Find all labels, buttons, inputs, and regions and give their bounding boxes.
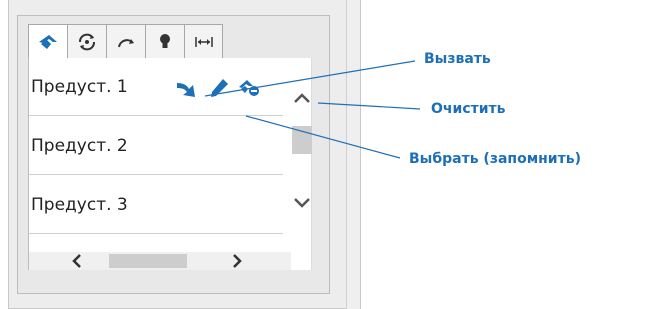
clear-preset-button[interactable]: [234, 76, 264, 100]
arc-arrow-icon: [118, 38, 134, 47]
scroll-right-button[interactable]: [229, 254, 245, 268]
vertical-scroll-thumb[interactable]: [292, 126, 312, 154]
tab-range[interactable]: [184, 24, 223, 59]
tab-light[interactable]: [145, 24, 184, 59]
chevron-right-icon: [233, 254, 242, 268]
scroll-down-button[interactable]: [291, 193, 313, 213]
preset-label-1: Предуст. 1: [31, 76, 128, 97]
bulb-icon: [160, 33, 170, 48]
save-preset-button[interactable]: [204, 76, 234, 100]
preset-label-2: Предуст. 2: [31, 135, 128, 156]
chevron-down-icon: [294, 198, 310, 208]
callout-save: Выбрать (запомнить): [409, 151, 581, 167]
callout-recall: Вызвать: [424, 51, 491, 67]
preset-list: Предуст. 1 Предуст. 2 Предуст. 3: [28, 58, 312, 270]
horizontal-scroll-thumb[interactable]: [109, 254, 187, 268]
recall-preset-button[interactable]: [174, 76, 204, 100]
chevron-up-icon: [294, 93, 310, 103]
clear-preset-icon: [239, 80, 259, 96]
preset-group-box: Предуст. 1 Предуст. 2 Предуст. 3: [17, 15, 330, 294]
vertical-scrollbar[interactable]: [291, 58, 313, 252]
tab-pattern[interactable]: [106, 24, 145, 59]
scroll-up-button[interactable]: [291, 88, 313, 108]
preset-row-3[interactable]: Предуст. 3: [29, 176, 283, 234]
horizontal-scrollbar[interactable]: [29, 252, 291, 270]
pencil-icon: [211, 79, 228, 97]
preset-flag-icon: [39, 34, 57, 49]
callout-clear: Очистить: [431, 101, 506, 117]
preset-label-3: Предуст. 3: [31, 194, 128, 215]
panel-splitter[interactable]: [346, 0, 360, 309]
recall-arrow-icon: [177, 83, 195, 97]
chevron-left-icon: [72, 254, 81, 268]
expand-width-icon: [194, 36, 213, 47]
tab-presets[interactable]: [28, 24, 67, 59]
scroll-left-button[interactable]: [69, 254, 85, 268]
preset-row-2[interactable]: Предуст. 2: [29, 117, 283, 175]
tab-tour[interactable]: [67, 24, 106, 59]
preset-row-1-actions: [174, 76, 264, 100]
ptz-tab-bar: [28, 24, 223, 59]
rotate-cycle-icon: [79, 33, 95, 50]
